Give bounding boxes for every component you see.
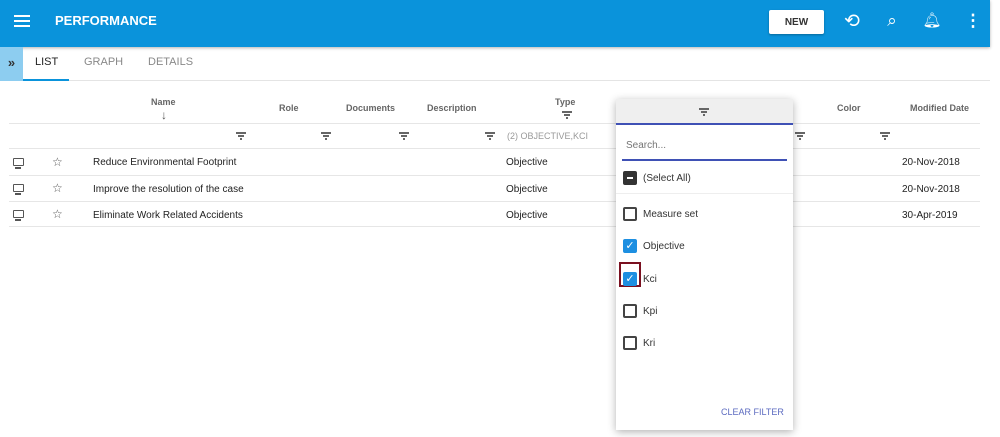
row-type: Objective: [506, 184, 548, 195]
new-button[interactable]: NEW: [769, 10, 824, 34]
row-name[interactable]: Reduce Environmental Footprint: [93, 157, 236, 168]
select-all-label[interactable]: (Select All): [643, 173, 691, 184]
menu-icon[interactable]: [14, 15, 30, 27]
row-type: Objective: [506, 210, 548, 221]
history-icon[interactable]: ⟲: [841, 12, 863, 32]
column-header-type[interactable]: Type: [555, 97, 575, 107]
page-title: PERFORMANCE: [55, 13, 157, 28]
column-header-name[interactable]: Name: [151, 97, 176, 107]
tab-list[interactable]: LIST: [35, 56, 58, 68]
documents-filter-icon[interactable]: [399, 132, 409, 140]
type-filter-popup: (Select All) Measure set ✓ Objective ✓ K…: [616, 99, 793, 430]
star-icon[interactable]: ☆: [52, 181, 63, 195]
description-filter-icon[interactable]: [485, 132, 495, 140]
filter-search-input[interactable]: [622, 131, 787, 161]
divider: [9, 123, 980, 124]
option-label[interactable]: Kri: [643, 338, 655, 349]
option-label[interactable]: Objective: [643, 241, 685, 252]
tab-graph[interactable]: GRAPH: [84, 56, 123, 68]
row-name[interactable]: Eliminate Work Related Accidents: [93, 210, 243, 221]
divider: [616, 193, 793, 194]
divider: [9, 148, 980, 149]
divider: [9, 201, 980, 202]
row-type: Objective: [506, 157, 548, 168]
column-header-color[interactable]: Color: [837, 103, 861, 113]
row-modified-date: 20-Nov-2018: [902, 157, 960, 168]
option-measure-set-checkbox[interactable]: [623, 207, 637, 221]
column-header-role[interactable]: Role: [279, 103, 299, 113]
popup-header: [616, 99, 793, 125]
expand-sidebar-button[interactable]: »: [0, 47, 23, 81]
type-filter-value[interactable]: (2) OBJECTIVE,KCI: [507, 131, 588, 141]
monitor-icon[interactable]: [13, 184, 24, 195]
more-options-icon[interactable]: ⋮: [962, 11, 984, 31]
filter-icon: [699, 108, 709, 116]
option-label[interactable]: Kpi: [643, 306, 657, 317]
clear-filter-button[interactable]: CLEAR FILTER: [721, 407, 784, 417]
type-filter-icon[interactable]: [562, 111, 572, 119]
sort-descending-icon[interactable]: ↓: [161, 108, 167, 122]
divider: [9, 226, 980, 227]
color-filter-icon[interactable]: [880, 132, 890, 140]
divider: [9, 175, 980, 176]
star-icon[interactable]: ☆: [52, 207, 63, 221]
option-kci-checkbox[interactable]: ✓: [623, 272, 637, 286]
option-kpi-checkbox[interactable]: [623, 304, 637, 318]
monitor-icon[interactable]: [13, 158, 24, 169]
notification-bell-icon[interactable]: 🔔︎: [921, 11, 943, 31]
column-header-documents[interactable]: Documents: [346, 103, 395, 113]
option-label[interactable]: Kci: [643, 274, 657, 285]
select-all-checkbox[interactable]: [623, 171, 637, 185]
app-header: PERFORMANCE NEW ⟲ ⌕ 🔔︎ ⋮: [0, 0, 990, 47]
star-icon[interactable]: ☆: [52, 155, 63, 169]
option-label[interactable]: Measure set: [643, 209, 698, 220]
column-header-modified-date[interactable]: Modified Date: [910, 103, 969, 113]
search-icon[interactable]: ⌕: [881, 11, 903, 31]
row-name[interactable]: Improve the resolution of the case: [93, 184, 244, 195]
column-header-description[interactable]: Description: [427, 103, 477, 113]
option-kri-checkbox[interactable]: [623, 336, 637, 350]
option-objective-checkbox[interactable]: ✓: [623, 239, 637, 253]
monitor-icon[interactable]: [13, 210, 24, 221]
name-filter-icon[interactable]: [236, 132, 246, 140]
row-modified-date: 20-Nov-2018: [902, 184, 960, 195]
role-filter-icon[interactable]: [321, 132, 331, 140]
active-tab-indicator: [23, 79, 69, 81]
tab-details[interactable]: DETAILS: [148, 56, 193, 68]
row-modified-date: 30-Apr-2019: [902, 210, 958, 221]
column-filter-icon[interactable]: [795, 132, 805, 140]
